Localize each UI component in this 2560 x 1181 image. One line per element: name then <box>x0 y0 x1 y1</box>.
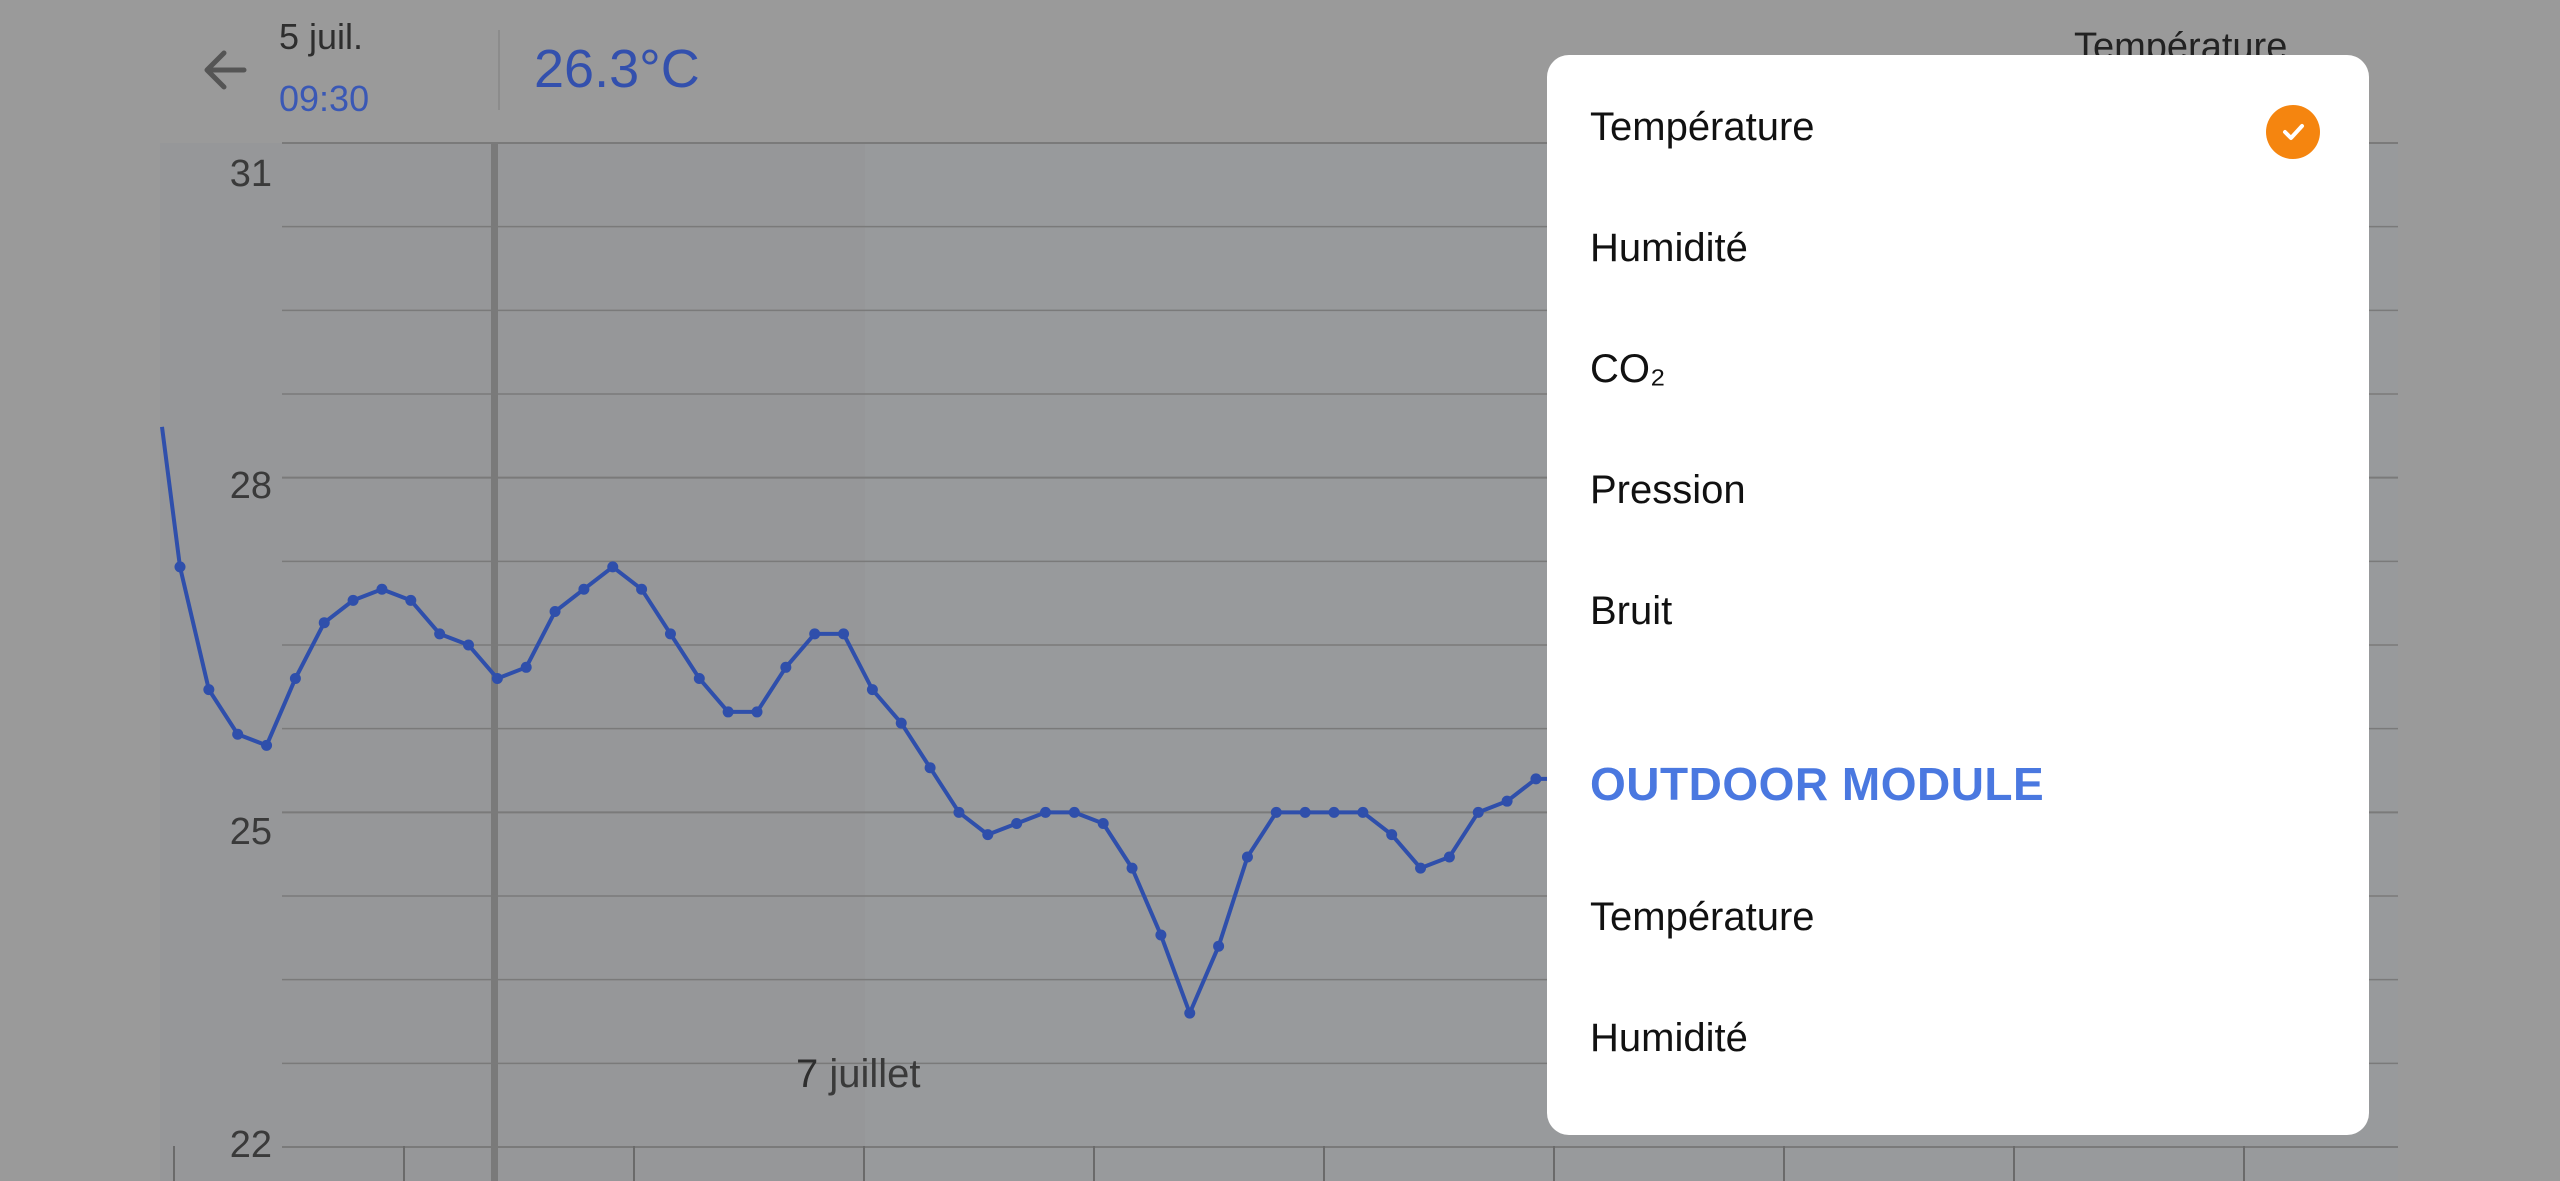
data-point <box>376 583 388 595</box>
data-point <box>722 706 734 718</box>
data-point <box>1011 817 1023 829</box>
x-date-label: 7 juillet <box>796 1052 921 1097</box>
menu-item-noise[interactable]: Bruit <box>1590 589 2330 634</box>
data-point <box>1530 773 1542 785</box>
data-point <box>866 684 878 696</box>
y-tick-label: 28 <box>229 465 272 507</box>
menu-item-label: Pression <box>1590 468 1746 512</box>
menu-item-co2[interactable]: CO₂ <box>1590 347 2330 392</box>
data-point <box>347 594 359 606</box>
data-point <box>1328 806 1340 818</box>
data-point <box>953 806 965 818</box>
back-button[interactable] <box>198 42 262 102</box>
x-date-month: juillet <box>829 1052 921 1096</box>
data-point <box>693 672 705 684</box>
data-point <box>664 628 676 640</box>
data-point <box>895 717 907 729</box>
data-point <box>491 672 503 684</box>
current-value: 26.3°C <box>534 39 700 99</box>
menu-item-label: Humidité <box>1590 1016 1748 1060</box>
data-point <box>1097 817 1109 829</box>
outdoor-module-section-title: OUTDOOR MODULE <box>1590 758 2045 810</box>
data-point <box>1184 1007 1196 1019</box>
data-point <box>174 561 186 573</box>
menu-item-outdoor-temperature[interactable]: Température <box>1590 895 2330 940</box>
data-point <box>838 628 850 640</box>
selected-time: 09:30 <box>279 78 370 119</box>
menu-item-temperature[interactable]: Température <box>1590 105 2330 150</box>
data-point <box>289 672 301 684</box>
data-point <box>549 606 561 618</box>
y-tick-label: 22 <box>229 1124 272 1166</box>
menu-item-outdoor-humidity[interactable]: Humidité <box>1590 1016 2330 1061</box>
data-point <box>1299 806 1311 818</box>
data-point <box>405 594 417 606</box>
selected-date: 5 juil. <box>279 16 364 57</box>
data-point <box>1040 806 1051 818</box>
menu-item-pressure[interactable]: Pression <box>1590 468 2330 513</box>
data-point <box>982 829 994 841</box>
data-point <box>1213 940 1225 952</box>
data-point <box>1415 862 1427 874</box>
y-tick-label: 25 <box>229 811 272 853</box>
data-point <box>924 762 936 774</box>
arrow-left-icon <box>198 50 254 102</box>
data-point <box>1155 929 1167 941</box>
data-point <box>1357 806 1369 818</box>
data-point <box>578 583 590 595</box>
y-tick-label: 31 <box>229 153 272 195</box>
time-cursor <box>491 143 498 1181</box>
menu-item-label: Humidité <box>1590 226 1748 270</box>
data-point <box>809 628 821 640</box>
check-icon <box>2266 105 2320 159</box>
data-point <box>636 583 648 595</box>
data-point <box>463 639 474 651</box>
data-point <box>261 739 273 751</box>
data-point <box>1068 806 1080 818</box>
x-date-day: 7 <box>796 1052 819 1096</box>
data-point <box>607 561 619 573</box>
data-point <box>434 628 446 640</box>
data-point <box>1472 806 1484 818</box>
data-point <box>232 728 244 740</box>
menu-item-label: CO₂ <box>1590 347 1666 391</box>
menu-item-humidity[interactable]: Humidité <box>1590 226 2330 271</box>
data-point <box>1126 862 1138 874</box>
data-point <box>1501 795 1513 807</box>
data-point <box>203 684 215 696</box>
data-point <box>318 617 330 629</box>
app-screen: 31 28 25 22 7 juillet 5 juil. 09:30 26.3… <box>0 0 2560 1181</box>
data-point <box>1443 851 1455 863</box>
data-point <box>780 661 792 673</box>
menu-item-label: Température <box>1590 105 1815 149</box>
metric-dropdown-menu: Température Humidité CO₂ Pression Bruit … <box>1547 55 2369 1135</box>
data-point <box>751 706 763 718</box>
data-point <box>1270 806 1282 818</box>
menu-item-label: Bruit <box>1590 589 1673 633</box>
data-point <box>1386 829 1398 841</box>
header-divider <box>498 30 500 110</box>
menu-item-label: Température <box>1590 895 1815 939</box>
data-point <box>1241 851 1253 863</box>
data-point <box>520 661 532 673</box>
